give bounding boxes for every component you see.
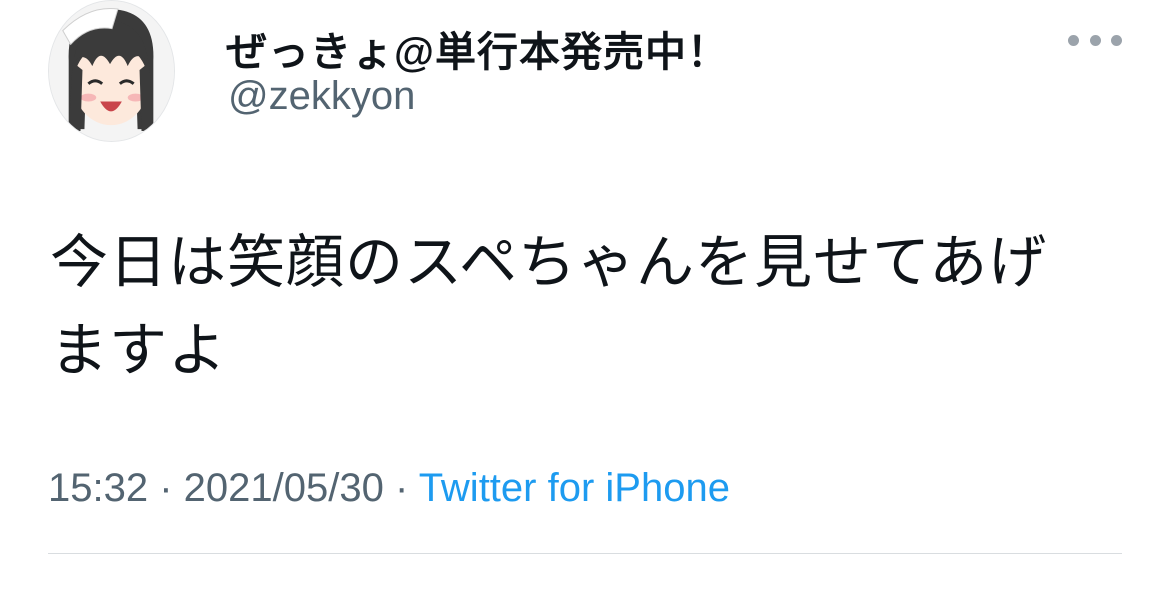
tweet-card: ぜっきょ@単行本発売中！ @zekkyon 今日は笑顔のスペちゃんを見せてあげ … xyxy=(0,0,1149,592)
tweet-date: 2021/05/30 xyxy=(183,466,384,510)
divider xyxy=(48,553,1122,554)
tweet-meta: 15:32 · 2021/05/30 · Twitter for iPhone xyxy=(48,466,730,511)
more-horizontal-icon xyxy=(1089,34,1101,46)
meta-separator: · xyxy=(148,466,184,510)
anime-character-avatar-icon xyxy=(49,1,174,141)
more-horizontal-icon xyxy=(1068,34,1079,46)
meta-separator: · xyxy=(383,466,419,510)
more-options-button[interactable] xyxy=(1068,28,1122,52)
tweet-text: 今日は笑顔のスペちゃんを見せてあげ ますよ xyxy=(50,218,1110,394)
author-display-name[interactable]: ぜっきょ@単行本発売中！ xyxy=(226,18,729,78)
author-handle[interactable]: @zekkyon xyxy=(228,74,415,119)
more-horizontal-icon xyxy=(1111,34,1122,46)
tweet-text-line: 今日は笑顔のスペちゃんを見せてあげ xyxy=(50,228,1048,296)
tweet-source-link[interactable]: Twitter for iPhone xyxy=(419,466,730,510)
author-avatar[interactable] xyxy=(48,0,175,142)
tweet-time: 15:32 xyxy=(48,466,149,510)
tweet-text-line: ますよ xyxy=(50,316,228,384)
